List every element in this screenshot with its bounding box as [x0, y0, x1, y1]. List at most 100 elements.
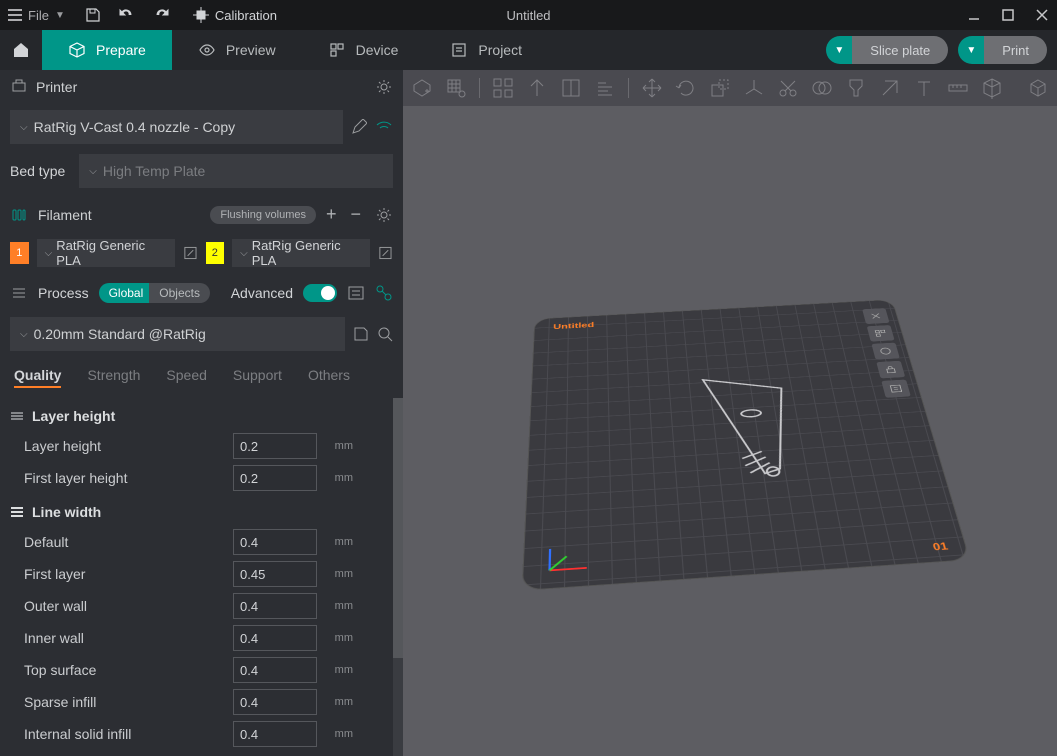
- plate-lock-button[interactable]: [876, 360, 905, 378]
- file-menu[interactable]: File ▼: [8, 8, 65, 23]
- layer-height-input[interactable]: [233, 433, 317, 459]
- plate-settings-button[interactable]: [881, 379, 911, 397]
- outer-wall-input[interactable]: [233, 593, 317, 619]
- filament-swatch-2[interactable]: 2: [206, 242, 225, 264]
- save-preset-icon[interactable]: [353, 326, 369, 342]
- flushing-volumes-button[interactable]: Flushing volumes: [210, 206, 316, 224]
- search-icon[interactable]: [377, 326, 393, 342]
- internal-solid-input[interactable]: [233, 721, 317, 747]
- variable-height-icon[interactable]: [594, 77, 616, 99]
- viewport-3d[interactable]: Untitled 01: [403, 70, 1057, 756]
- model-object[interactable]: [693, 367, 832, 500]
- first-layer-input[interactable]: [233, 561, 317, 587]
- plate-label: Untitled: [553, 320, 594, 330]
- device-icon: [328, 41, 346, 59]
- title-bar: File ▼ Calibration Untitled: [0, 0, 1057, 30]
- tab-device[interactable]: Device: [302, 30, 425, 70]
- assembly-icon[interactable]: [981, 77, 1003, 99]
- print-dropdown-icon[interactable]: ▼: [958, 36, 984, 64]
- plate-arrange-button[interactable]: [867, 325, 895, 342]
- settings-scrollbar[interactable]: [393, 398, 403, 756]
- slice-plate-button[interactable]: ▼ Slice plate: [826, 36, 948, 64]
- plate-orient-button[interactable]: [871, 342, 899, 359]
- measure-icon[interactable]: [947, 77, 969, 99]
- filament-swatch-1[interactable]: 1: [10, 242, 29, 264]
- process-heading: Process: [38, 285, 89, 301]
- text-icon[interactable]: [913, 77, 935, 99]
- scale-icon[interactable]: [709, 77, 731, 99]
- minimize-icon[interactable]: [967, 8, 981, 22]
- tab-strength[interactable]: Strength: [87, 367, 140, 388]
- printer-heading: Printer: [36, 79, 77, 95]
- add-grid-icon[interactable]: [445, 77, 467, 99]
- calibration-button[interactable]: Calibration: [193, 7, 277, 23]
- orient-icon[interactable]: [526, 77, 548, 99]
- mesh-boolean-icon[interactable]: [811, 77, 833, 99]
- list-icon[interactable]: [347, 284, 365, 302]
- plate-id: 01: [931, 540, 949, 553]
- inner-wall-input[interactable]: [233, 625, 317, 651]
- global-toggle[interactable]: Global: [99, 283, 154, 303]
- line-width-icon: [10, 505, 24, 519]
- tab-quality[interactable]: Quality: [14, 367, 61, 388]
- gear-icon[interactable]: [375, 78, 393, 96]
- move-icon[interactable]: [641, 77, 663, 99]
- printer-select[interactable]: ⌵ RatRig V-Cast 0.4 nozzle - Copy: [10, 110, 343, 144]
- support-paint-icon[interactable]: [845, 77, 867, 99]
- cut-icon[interactable]: [777, 77, 799, 99]
- remove-filament-button[interactable]: −: [350, 204, 361, 225]
- home-icon: [11, 40, 31, 60]
- advanced-toggle[interactable]: [303, 284, 337, 302]
- add-plate-icon[interactable]: [411, 77, 433, 99]
- settings-panel: Layer height Layer height mm First layer…: [0, 398, 403, 750]
- objects-toggle[interactable]: Objects: [149, 283, 210, 303]
- slice-dropdown-icon[interactable]: ▼: [826, 36, 852, 64]
- save-icon[interactable]: [85, 7, 101, 23]
- close-icon[interactable]: [1035, 8, 1049, 22]
- rotate-icon[interactable]: [675, 77, 697, 99]
- plate-close-button[interactable]: [862, 308, 889, 324]
- tab-prepare[interactable]: Prepare: [42, 30, 172, 70]
- gear-icon[interactable]: [375, 206, 393, 224]
- split-icon[interactable]: [560, 77, 582, 99]
- tab-preview[interactable]: Preview: [172, 30, 302, 70]
- process-preset-select[interactable]: ⌵ 0.20mm Standard @RatRig: [10, 317, 345, 351]
- print-button[interactable]: ▼ Print: [958, 36, 1047, 64]
- bed-type-value: High Temp Plate: [103, 163, 205, 179]
- compare-icon[interactable]: [375, 284, 393, 302]
- wifi-icon[interactable]: [375, 118, 393, 136]
- tab-project[interactable]: Project: [424, 30, 548, 70]
- add-filament-button[interactable]: +: [326, 204, 337, 225]
- undo-icon[interactable]: [119, 7, 135, 23]
- sparse-infill-input[interactable]: [233, 689, 317, 715]
- param-layer-height: Layer height mm: [10, 430, 393, 462]
- edit-icon[interactable]: [183, 245, 198, 261]
- sidebar: Printer ⌵ RatRig V-Cast 0.4 nozzle - Cop…: [0, 70, 403, 756]
- filament-select-2[interactable]: ⌵ RatRig Generic PLA: [232, 239, 370, 267]
- axis-gizmo: [544, 538, 589, 575]
- bed-type-label: Bed type: [10, 163, 65, 179]
- redo-icon[interactable]: [153, 7, 169, 23]
- edit-icon[interactable]: [378, 245, 393, 261]
- printer-icon: [10, 78, 28, 96]
- tab-support[interactable]: Support: [233, 367, 282, 388]
- place-on-face-icon[interactable]: [743, 77, 765, 99]
- tab-speed[interactable]: Speed: [166, 367, 206, 388]
- assembly-view-icon[interactable]: [1027, 77, 1049, 99]
- filament-icon: [10, 206, 28, 224]
- bed-type-select[interactable]: ⌵ High Temp Plate: [79, 154, 393, 188]
- maximize-icon[interactable]: [1001, 8, 1015, 22]
- home-button[interactable]: [0, 30, 42, 70]
- param-sparse-infill: Sparse infill mm: [10, 686, 393, 718]
- seam-paint-icon[interactable]: [879, 77, 901, 99]
- tab-others[interactable]: Others: [308, 367, 350, 388]
- edit-icon[interactable]: [351, 119, 367, 135]
- first-layer-height-input[interactable]: [233, 465, 317, 491]
- top-surface-input[interactable]: [233, 657, 317, 683]
- window-controls: [967, 8, 1049, 22]
- arrange-icon[interactable]: [492, 77, 514, 99]
- default-input[interactable]: [233, 529, 317, 555]
- tab-label: Project: [478, 42, 522, 58]
- build-plate[interactable]: Untitled 01: [521, 299, 970, 591]
- filament-select-1[interactable]: ⌵ RatRig Generic PLA: [37, 239, 175, 267]
